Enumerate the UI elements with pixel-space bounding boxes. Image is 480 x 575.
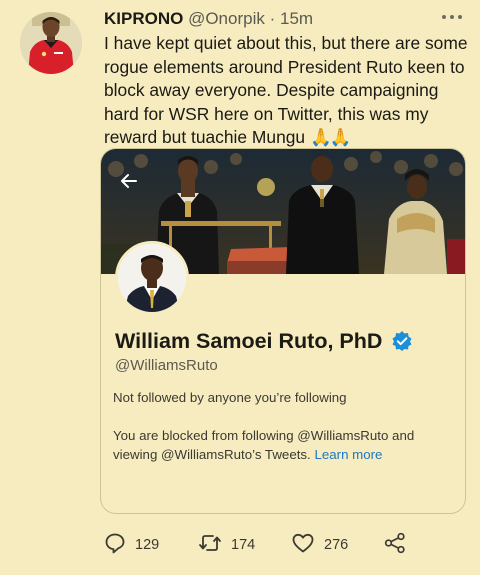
reply-button[interactable]: 129: [104, 530, 159, 560]
praying-hands-emoji: 🙏🙏: [309, 127, 351, 147]
reply-icon: [104, 532, 126, 559]
share-button[interactable]: [383, 530, 407, 560]
more-icon[interactable]: [440, 10, 464, 22]
tweet-header: KIPRONO @Onorpik · 15m: [104, 9, 313, 29]
like-count: 276: [324, 537, 349, 553]
author-handle[interactable]: @Onorpik: [188, 9, 265, 28]
blocked-notice: You are blocked from following @Williams…: [113, 426, 455, 464]
retweet-count: 174: [231, 537, 256, 553]
learn-more-link[interactable]: Learn more: [314, 447, 382, 462]
separator-dot: ·: [269, 9, 276, 28]
profile-avatar[interactable]: [115, 241, 189, 315]
retweet-icon: [198, 532, 222, 559]
author-name[interactable]: KIPRONO: [104, 9, 183, 28]
profile-handle[interactable]: @WilliamsRuto: [115, 357, 218, 374]
like-button[interactable]: 276: [291, 530, 348, 560]
verified-badge-icon: [391, 330, 413, 352]
tweet-text: I have kept quiet about this, but there …: [104, 32, 472, 150]
reply-count: 129: [135, 537, 160, 553]
back-arrow-icon[interactable]: [115, 167, 143, 195]
retweet-button[interactable]: 174: [198, 530, 255, 560]
embedded-profile-card[interactable]: William Samoei Ruto, PhD @WilliamsRuto N…: [100, 148, 466, 514]
share-icon: [383, 532, 407, 559]
tweet-action-bar: 129 174 276: [0, 530, 480, 560]
profile-name[interactable]: William Samoei Ruto, PhD: [115, 329, 382, 354]
tweet-body: I have kept quiet about this, but there …: [104, 33, 468, 147]
tweet[interactable]: KIPRONO @Onorpik · 15m I have kept quiet…: [0, 0, 480, 575]
post-time[interactable]: 15m: [280, 9, 313, 28]
follow-context-text: Not followed by anyone you’re following: [113, 390, 347, 405]
author-avatar[interactable]: [20, 12, 82, 74]
heart-icon: [291, 532, 315, 559]
